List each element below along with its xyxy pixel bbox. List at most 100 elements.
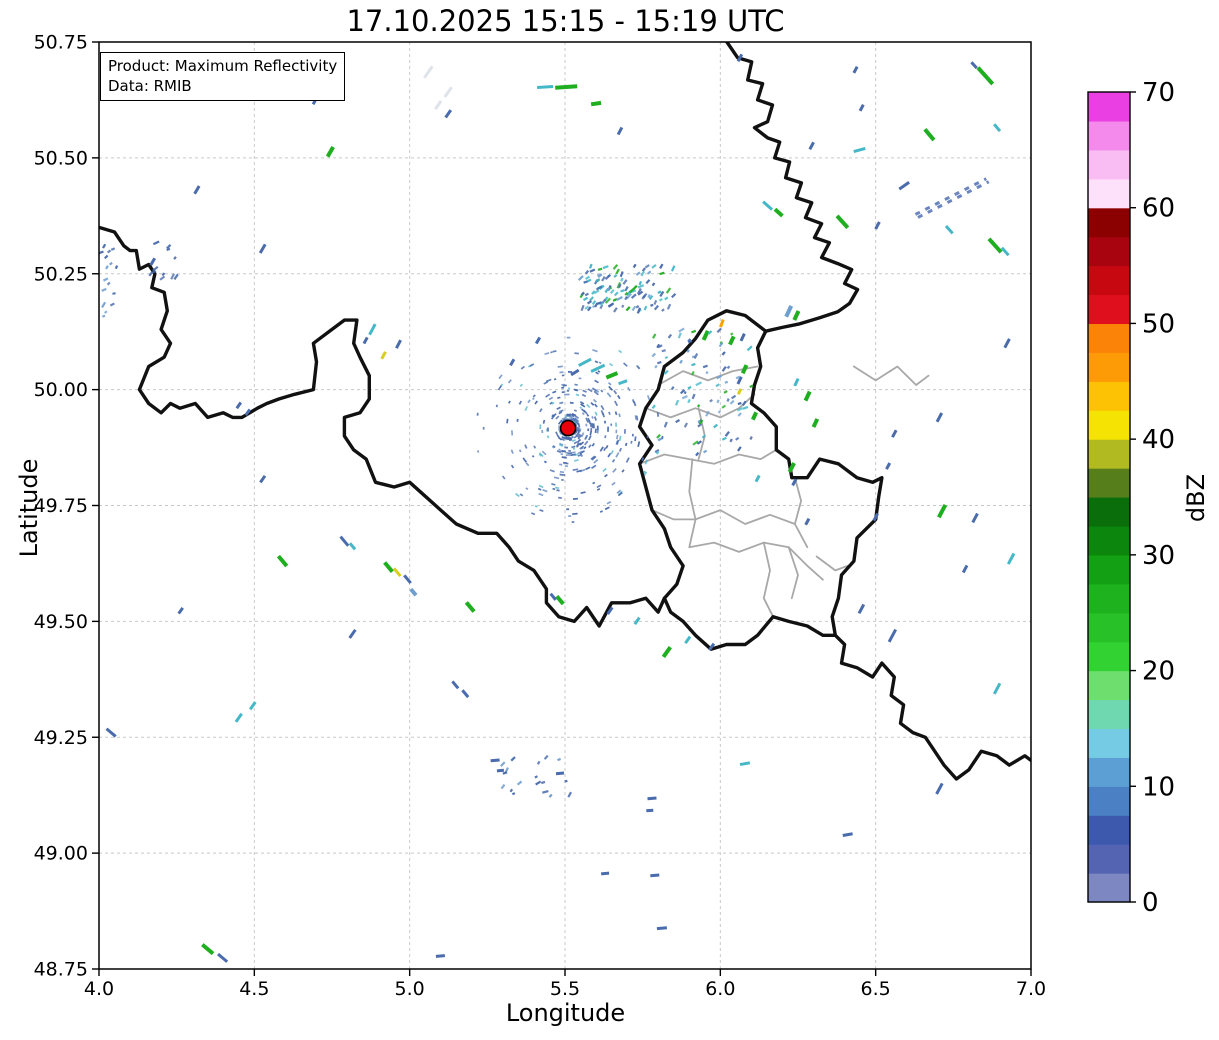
radar-echo <box>557 757 561 762</box>
radar-echo <box>683 422 688 428</box>
radar-echo <box>659 271 665 276</box>
radar-echo <box>721 436 727 441</box>
radar-echo <box>872 512 879 522</box>
radar-echo <box>695 381 702 387</box>
radar-echo <box>729 438 733 443</box>
radar-echo <box>258 243 267 254</box>
radar-echo <box>102 314 106 318</box>
radar-echo <box>749 436 753 441</box>
radar-echo <box>589 431 593 436</box>
radar-echo <box>533 445 537 449</box>
radar-echo <box>339 535 350 547</box>
radar-echo <box>650 873 660 878</box>
radar-echo <box>579 406 583 409</box>
radar-echo <box>635 364 641 370</box>
radar-echo <box>542 419 546 424</box>
radar-echo <box>691 362 696 367</box>
colorbar-segment <box>1088 207 1130 238</box>
radar-echo <box>563 461 567 464</box>
radar-echo <box>687 398 691 404</box>
radar-echo <box>444 109 453 119</box>
radar-echo <box>852 66 859 74</box>
radar-echo <box>622 279 628 285</box>
radar-echo <box>586 403 591 408</box>
radar-echo <box>792 310 801 321</box>
radar-echo <box>604 473 608 478</box>
radar-echo <box>597 267 603 271</box>
radar-echo <box>659 263 664 270</box>
radar-echo <box>590 401 595 406</box>
radar-echo <box>687 385 692 390</box>
radar-echo <box>589 268 596 273</box>
colorbar-segment <box>1088 757 1130 787</box>
radar-echo <box>793 377 800 387</box>
radar-echo <box>501 475 506 480</box>
radar-echo <box>572 497 578 500</box>
radar-echo <box>737 446 742 452</box>
radar-echo <box>152 240 160 246</box>
radar-echo <box>651 333 657 339</box>
colorbar-tick-label: 0 <box>1142 888 1159 918</box>
radar-echo <box>522 457 528 463</box>
radar-echo <box>726 365 731 370</box>
radar-echo <box>383 561 394 573</box>
region-border <box>762 541 774 618</box>
region-border <box>815 555 849 572</box>
radar-echo <box>524 406 528 411</box>
radar-echo <box>582 296 589 302</box>
radar-echo <box>607 426 609 432</box>
colorbar-segment <box>1088 439 1130 469</box>
radar-echo <box>600 389 604 393</box>
radar-echo <box>646 808 654 813</box>
radar-echo <box>545 393 551 398</box>
radar-echo <box>348 628 357 639</box>
radar-echo <box>987 237 1003 254</box>
radar-echo <box>598 361 602 365</box>
radar-echo <box>661 308 665 312</box>
radar-echo <box>691 329 697 334</box>
radar-echo <box>599 446 604 452</box>
radar-echo <box>651 352 657 358</box>
radar-echo <box>610 423 613 426</box>
radar-echo <box>634 436 637 442</box>
radar-echo <box>737 401 742 406</box>
radar-echo <box>561 391 565 394</box>
colorbar-segment <box>1088 468 1130 498</box>
radar-echo <box>627 386 631 392</box>
radar-echo <box>541 450 547 456</box>
radar-echo <box>525 487 529 491</box>
radar-echo <box>542 489 548 493</box>
radar-echo <box>721 351 726 356</box>
radar-echo <box>461 689 470 699</box>
radar-echo <box>663 421 668 428</box>
radar-echo <box>602 467 607 473</box>
radar-echo <box>651 282 656 287</box>
x-tick-label: 4.0 <box>84 978 114 1000</box>
radar-echo <box>750 411 759 421</box>
colorbar-tick-label: 40 <box>1142 425 1175 455</box>
radar-echo <box>971 512 979 524</box>
colorbar-segment <box>1088 294 1130 325</box>
y-tick-label: 48.75 <box>34 959 88 981</box>
radar-echo <box>534 336 542 345</box>
radar-echo <box>646 435 649 439</box>
radar-echo <box>541 429 544 434</box>
radar-echo <box>530 512 536 516</box>
radar-echo <box>482 427 485 430</box>
radar-echo <box>684 635 692 645</box>
radar-echo <box>613 307 618 313</box>
radar-echo <box>625 457 630 463</box>
region-border <box>694 509 796 525</box>
radar-echo <box>1003 338 1011 349</box>
colorbar-layer: 0 10 20 30 40 50 60 70 <box>1087 78 1175 918</box>
radar-echo <box>532 394 536 398</box>
x-tick-label: 4.5 <box>239 978 269 1000</box>
radar-echo <box>409 587 418 597</box>
radar-echo <box>552 487 556 491</box>
radar-echo <box>596 488 601 491</box>
radar-echo <box>609 362 614 367</box>
gridlines <box>98 41 1032 970</box>
radar-echo <box>992 682 1002 695</box>
y-tick-label: 50.50 <box>34 147 88 169</box>
radar-echo <box>600 405 605 411</box>
